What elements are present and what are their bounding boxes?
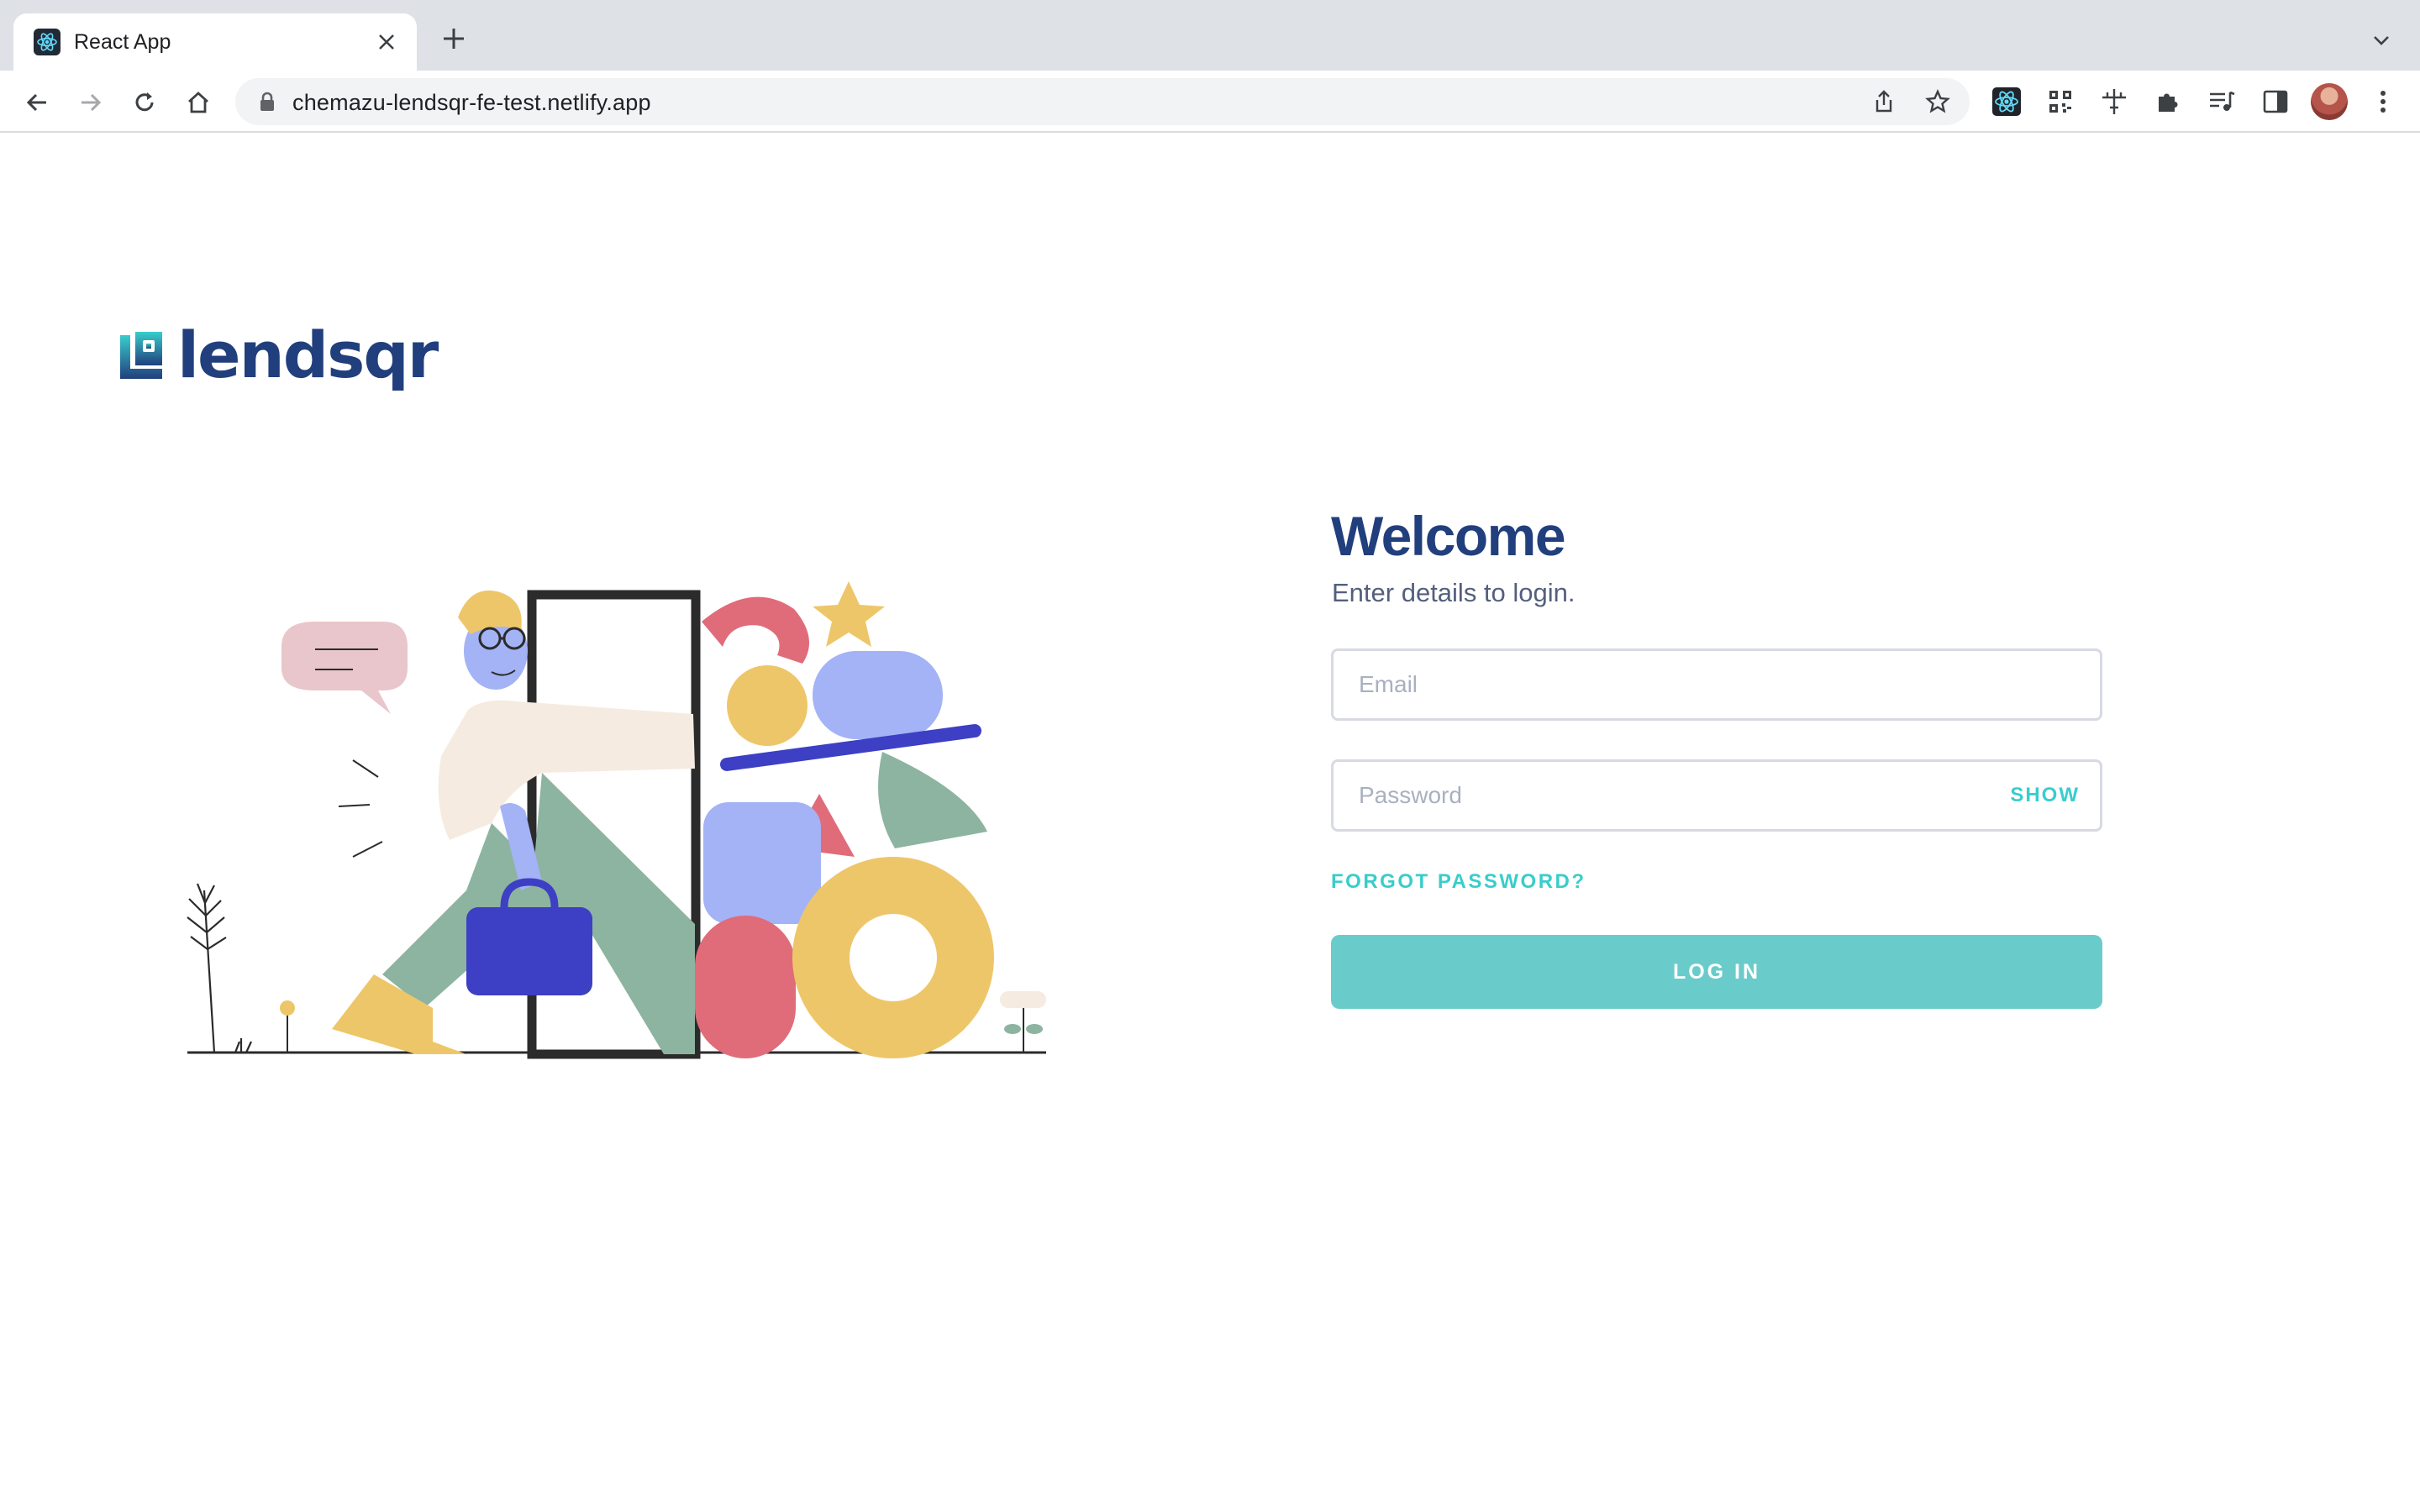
arrow-left-icon <box>26 93 46 112</box>
logo-text: lendsqr <box>177 318 439 392</box>
reload-icon <box>135 92 154 112</box>
email-field <box>1331 648 2102 721</box>
forgot-password-link[interactable]: FORGOT PASSWORD? <box>1331 870 1586 894</box>
page-subtitle: Enter details to login. <box>1332 578 1576 607</box>
login-illustration <box>187 581 1046 1059</box>
lock-icon[interactable] <box>259 92 276 116</box>
page-title: Welcome <box>1331 505 1566 567</box>
forward-button[interactable] <box>74 86 108 119</box>
ruler-icon[interactable] <box>2097 85 2131 118</box>
login-button[interactable]: LOG IN <box>1331 935 2102 1009</box>
share-icon[interactable] <box>1869 87 1899 117</box>
react-devtools-icon[interactable] <box>1990 85 2023 118</box>
address-bar[interactable]: chemazu-lendsqr-fe-test.netlify.app <box>235 78 1970 125</box>
url-text[interactable]: chemazu-lendsqr-fe-test.netlify.app <box>292 90 651 116</box>
star-icon[interactable] <box>1923 87 1953 117</box>
home-button[interactable] <box>182 86 215 119</box>
arrow-right-icon <box>82 93 102 112</box>
profile-avatar[interactable] <box>2311 83 2348 120</box>
side-panel-icon[interactable] <box>2259 85 2292 118</box>
password-field: SHOW <box>1331 759 2102 832</box>
browser-tab-strip: React App <box>0 0 2420 71</box>
react-icon <box>34 29 60 55</box>
close-icon[interactable] <box>370 25 403 59</box>
email-input[interactable] <box>1359 651 2014 718</box>
kebab-menu-icon[interactable] <box>2366 85 2400 118</box>
password-input[interactable] <box>1359 762 2014 829</box>
back-button[interactable] <box>20 86 54 119</box>
puzzle-icon[interactable] <box>2151 85 2185 118</box>
home-icon <box>188 92 208 113</box>
media-control-icon[interactable] <box>2205 85 2238 118</box>
new-tab-button[interactable] <box>437 22 471 55</box>
browser-tab[interactable]: React App <box>13 13 417 71</box>
reload-button[interactable] <box>128 86 161 119</box>
browser-toolbar: chemazu-lendsqr-fe-test.netlify.app <box>0 71 2420 133</box>
lendsqr-logo-mark-icon <box>120 332 162 379</box>
qr-code-icon[interactable] <box>2044 85 2077 118</box>
tab-title: React App <box>74 30 171 54</box>
lendsqr-logo: lendsqr <box>120 318 439 392</box>
show-password-button[interactable]: SHOW <box>2010 784 2080 807</box>
chevron-down-icon[interactable] <box>2366 25 2396 55</box>
